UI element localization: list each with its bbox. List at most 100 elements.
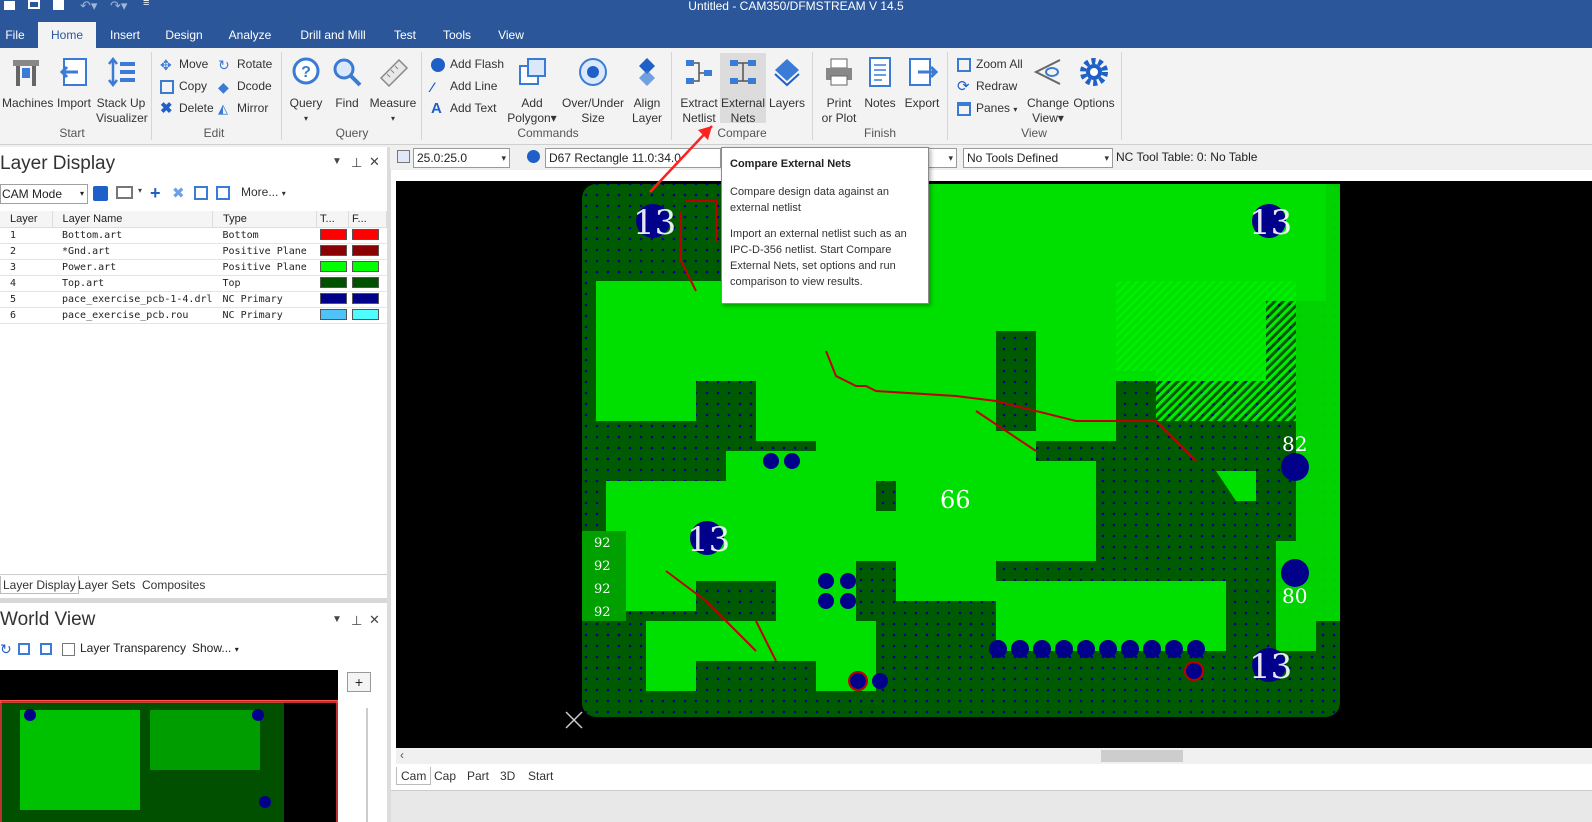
panel-dropdown-icon[interactable]: ▼ <box>332 614 342 625</box>
tab-analyze[interactable]: Analyze <box>224 22 276 48</box>
tab-tools[interactable]: Tools <box>438 22 476 48</box>
grid-icon[interactable] <box>397 150 410 163</box>
panes-button[interactable]: Panes ▾ <box>957 99 1017 117</box>
color-swatch[interactable] <box>351 261 379 273</box>
tab-part[interactable]: Part <box>463 767 493 785</box>
align-layer-button[interactable]: Align Layer <box>628 56 666 126</box>
tab-file[interactable]: File <box>0 22 30 48</box>
grid-select[interactable]: 25.0:25.0 ▾ <box>413 148 510 168</box>
tab-drill-and-mill[interactable]: Drill and Mill <box>294 22 372 48</box>
scroll-thumb[interactable] <box>1101 750 1183 762</box>
column-header[interactable]: Type <box>212 211 318 228</box>
layer-transparency-checkbox[interactable] <box>62 643 75 656</box>
paste-layer-icon[interactable] <box>216 186 230 200</box>
measure-button[interactable]: Measure ▾ <box>368 56 418 126</box>
tab-cap[interactable]: Cap <box>430 767 460 785</box>
tab-home[interactable]: Home <box>38 22 96 48</box>
layer-color-cell[interactable] <box>348 243 387 260</box>
add-polygon-button[interactable]: Add Polygon▾ <box>506 56 558 126</box>
color-swatch[interactable] <box>351 229 379 241</box>
more-button[interactable]: More... ▾ <box>241 185 286 199</box>
folder-dropdown-icon[interactable]: ▾ <box>138 186 142 195</box>
add-layer-icon[interactable]: + <box>150 183 161 204</box>
panel-dropdown-icon[interactable]: ▼ <box>332 156 342 167</box>
refresh-view-icon[interactable]: ↻ <box>0 641 12 658</box>
tab-view[interactable]: View <box>494 22 528 48</box>
find-button[interactable]: Find <box>330 56 364 111</box>
layer-color-cell[interactable] <box>348 227 387 244</box>
delete-button[interactable]: ✖ Delete <box>160 99 214 117</box>
export-button[interactable]: Export <box>902 56 942 111</box>
layers-button[interactable]: Layers <box>768 56 806 111</box>
notes-button[interactable]: Notes <box>862 56 898 111</box>
rotate-button[interactable]: ↻ Rotate <box>218 55 272 73</box>
extract-netlist-button[interactable]: Extract Netlist <box>677 56 721 126</box>
options-button[interactable]: Options <box>1072 56 1116 111</box>
layer-color-cell[interactable] <box>348 275 387 292</box>
copy-view-icon[interactable] <box>18 643 30 655</box>
tab-start[interactable]: Start <box>524 767 557 785</box>
layer-color-cell[interactable] <box>348 307 387 324</box>
copy-button[interactable]: Copy <box>160 77 207 95</box>
change-view-button[interactable]: Change View▾ <box>1024 56 1072 126</box>
pin-icon[interactable]: ⊥ <box>351 613 362 629</box>
color-swatch[interactable] <box>351 293 379 305</box>
move-button[interactable]: ✥ Move <box>160 55 208 73</box>
color-swatch[interactable] <box>319 261 347 273</box>
close-icon[interactable]: ✕ <box>369 612 380 628</box>
table-row[interactable]: 5 pace_exercise_pcb-1-4.drl NC Primary <box>0 291 387 308</box>
table-row[interactable]: 2 *Gnd.art Positive Plane <box>0 243 387 260</box>
zoom-all-button[interactable]: Zoom All <box>957 55 1023 73</box>
tab-composites[interactable]: Composites <box>140 576 207 594</box>
stack-up-visualizer-button[interactable]: Stack Up Visualizer <box>96 56 148 126</box>
save-layer-icon[interactable] <box>93 186 108 201</box>
color-swatch[interactable] <box>319 277 347 289</box>
layer-color-cell[interactable] <box>348 259 387 276</box>
column-header[interactable]: Layer <box>0 211 53 228</box>
color-swatch[interactable] <box>319 229 347 241</box>
table-row[interactable]: 3 Power.art Positive Plane <box>0 259 387 276</box>
print-or-plot-button[interactable]: Print or Plot <box>818 56 860 126</box>
layer-color-cell[interactable] <box>316 259 349 276</box>
add-line-button[interactable]: ⁄ Add Line <box>431 77 497 95</box>
table-row[interactable]: 6 pace_exercise_pcb.rou NC Primary <box>0 307 387 324</box>
color-swatch[interactable] <box>351 309 379 321</box>
over-under-size-button[interactable]: Over/Under Size <box>560 56 626 126</box>
layer-color-cell[interactable] <box>316 243 349 260</box>
show-button[interactable]: Show... ▾ <box>192 641 239 655</box>
remove-layer-icon[interactable]: ✖ <box>172 184 185 202</box>
tab-design[interactable]: Design <box>160 22 208 48</box>
layer-color-cell[interactable] <box>316 275 349 292</box>
color-swatch[interactable] <box>351 277 379 289</box>
scroll-left-icon[interactable]: ‹ <box>400 748 404 762</box>
color-swatch[interactable] <box>319 245 347 257</box>
tab-layer-display[interactable]: Layer Display <box>0 576 79 594</box>
tab-test[interactable]: Test <box>390 22 420 48</box>
color-swatch[interactable] <box>319 309 347 321</box>
layer-color-cell[interactable] <box>348 291 387 308</box>
query-button[interactable]: ? Query ▾ <box>286 56 326 126</box>
dcode-button[interactable]: ◆ Dcode <box>218 77 272 95</box>
horizontal-scrollbar[interactable]: ‹ <box>396 748 1592 764</box>
external-nets-button[interactable]: External Nets <box>720 53 766 125</box>
layer-color-cell[interactable] <box>316 227 349 244</box>
mirror-button[interactable]: ◭ Mirror <box>218 99 268 117</box>
import-button[interactable]: Import <box>54 56 94 111</box>
tab-insert[interactable]: Insert <box>104 22 146 48</box>
paste-view-icon[interactable] <box>40 643 52 655</box>
add-flash-button[interactable]: Add Flash <box>431 55 504 73</box>
add-text-button[interactable]: A Add Text <box>431 99 496 117</box>
layer-color-cell[interactable] <box>316 307 349 324</box>
color-swatch[interactable] <box>351 245 379 257</box>
color-swatch[interactable] <box>319 293 347 305</box>
splitter[interactable] <box>0 598 387 603</box>
world-view-scrollbar[interactable] <box>366 708 368 822</box>
pin-icon[interactable]: ⊥ <box>351 155 362 171</box>
mode-select[interactable]: CAM Mode ▾ <box>0 184 88 204</box>
layer-color-cell[interactable] <box>316 291 349 308</box>
tab-layer-sets[interactable]: Layer Sets <box>76 576 137 594</box>
column-header[interactable]: T... <box>316 211 350 228</box>
close-icon[interactable]: ✕ <box>369 154 380 170</box>
table-row[interactable]: 4 Top.art Top <box>0 275 387 292</box>
tab-cam[interactable]: Cam <box>396 767 432 785</box>
